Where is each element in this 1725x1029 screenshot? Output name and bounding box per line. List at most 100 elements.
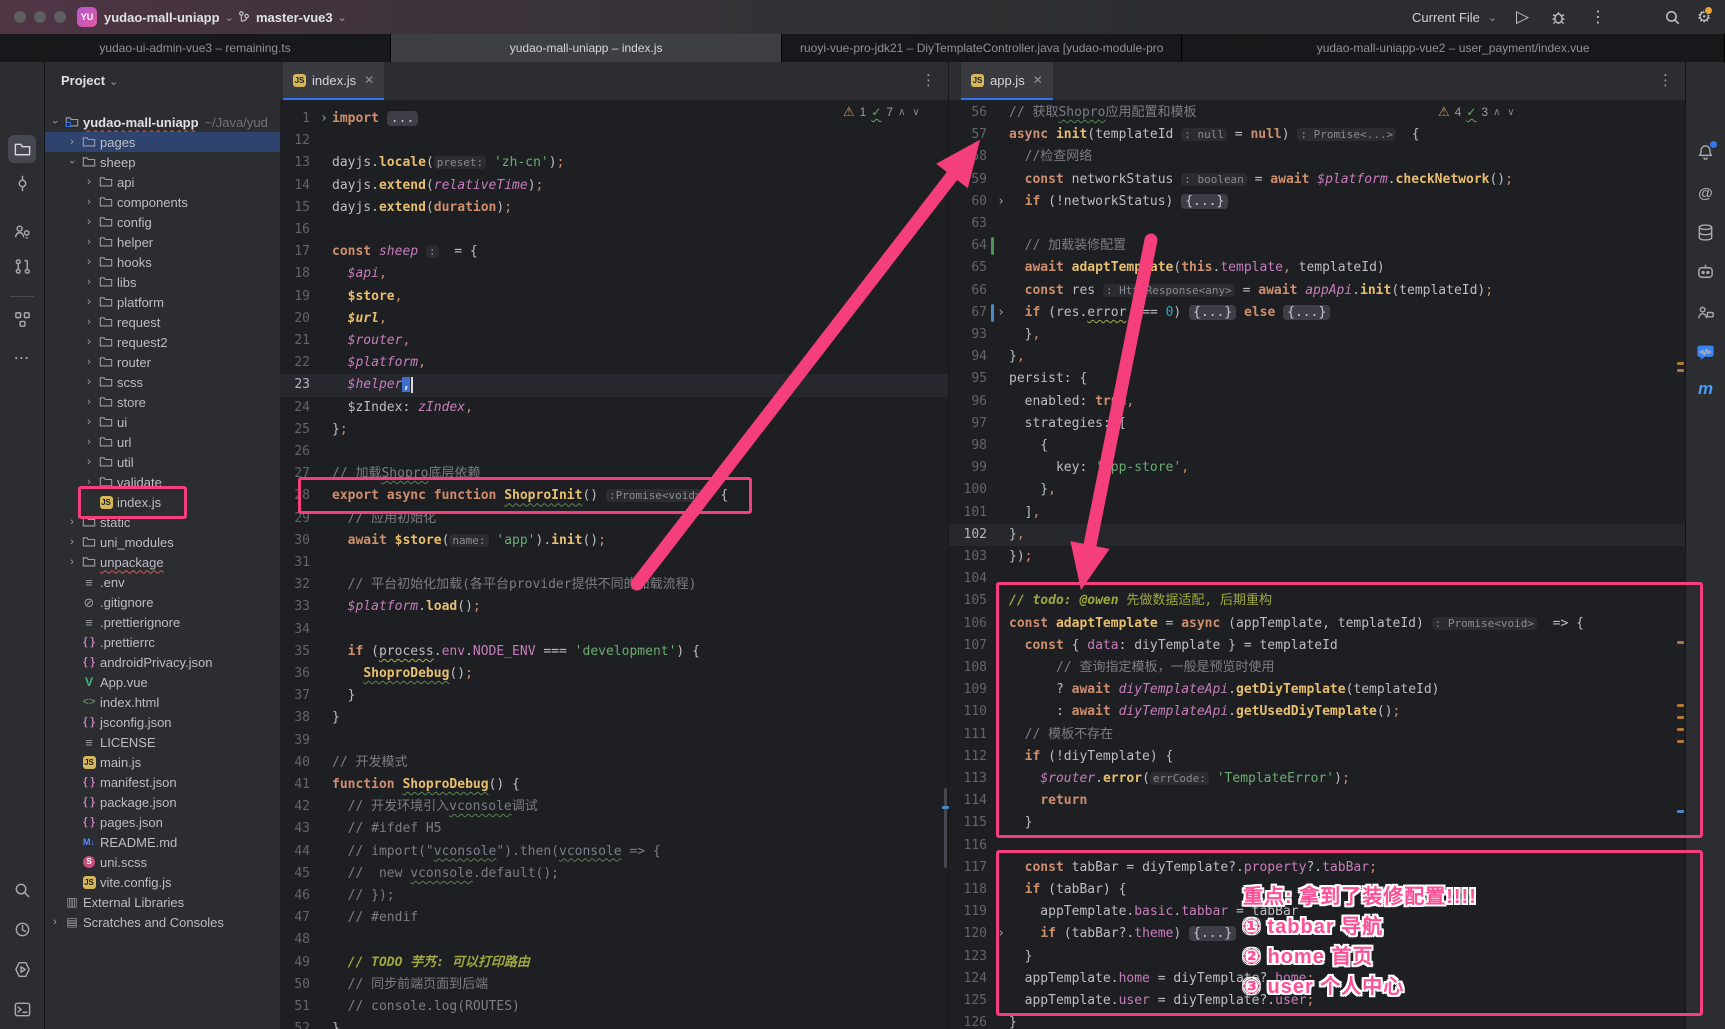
fold-collapsed-icon[interactable]: › bbox=[993, 302, 1009, 324]
run-button[interactable]: ▷ bbox=[1516, 0, 1529, 34]
code-line-120[interactable]: 120› if (tabBar?.theme) {...} bbox=[949, 923, 1687, 945]
chevron-collapsed-icon[interactable]: › bbox=[64, 516, 80, 528]
code-line-44[interactable]: 44 // import("vconsole").then(vconsole =… bbox=[280, 841, 948, 863]
fold-collapsed-icon[interactable]: › bbox=[993, 923, 1009, 945]
code-line-46[interactable]: 46 // }); bbox=[280, 885, 948, 907]
code-line-96[interactable]: 96 enabled: true, bbox=[949, 391, 1687, 413]
code-line-123[interactable]: 123 } bbox=[949, 946, 1687, 968]
tree-item-router[interactable]: ›router bbox=[45, 352, 280, 372]
chevron-collapsed-icon[interactable]: › bbox=[81, 276, 97, 288]
pull-requests-icon[interactable] bbox=[8, 252, 36, 280]
chevron-collapsed-icon[interactable]: › bbox=[64, 136, 80, 148]
code-line-64[interactable]: 64 // 加载装修配置 bbox=[949, 235, 1687, 257]
more-actions-button[interactable]: ⋮ bbox=[1590, 0, 1606, 34]
tree-item-README.md[interactable]: M↓README.md bbox=[45, 832, 280, 852]
tree-item-store[interactable]: ›store bbox=[45, 392, 280, 412]
code-line-34[interactable]: 34 bbox=[280, 619, 948, 641]
code-line-14[interactable]: 14dayjs.extend(relativeTime); bbox=[280, 175, 948, 197]
editor-tab-options-icon[interactable]: ⋮ bbox=[1658, 71, 1673, 89]
tree-item-sheep[interactable]: ›sheep bbox=[45, 152, 280, 172]
tree-item-main.js[interactable]: JSmain.js bbox=[45, 752, 280, 772]
code-line-21[interactable]: 21 $router, bbox=[280, 330, 948, 352]
chevron-expanded-icon[interactable]: › bbox=[66, 154, 78, 170]
tree-item-.prettierignore[interactable]: ≡.prettierignore bbox=[45, 612, 280, 632]
debug-button[interactable] bbox=[1550, 0, 1567, 34]
editor-left-scrollbar[interactable] bbox=[944, 788, 947, 868]
tree-item-util[interactable]: ›util bbox=[45, 452, 280, 472]
code-line-45[interactable]: 45 // new vconsole.default(); bbox=[280, 863, 948, 885]
code-line-124[interactable]: 124 appTemplate.home = diyTemplate?.home… bbox=[949, 968, 1687, 990]
code-line-19[interactable]: 19 $store, bbox=[280, 286, 948, 308]
tree-item-config[interactable]: ›config bbox=[45, 212, 280, 232]
editor-tab-app-js[interactable]: JS app.js ✕ bbox=[961, 62, 1053, 100]
inspections-widget-left[interactable]: ⚠1 ✓7 ∧ ∨ bbox=[843, 104, 922, 120]
code-line-35[interactable]: 35 if (process.env.NODE_ENV === 'develop… bbox=[280, 641, 948, 663]
code-line-37[interactable]: 37 } bbox=[280, 685, 948, 707]
code-line-113[interactable]: 113 $router.error(errCode: 'TemplateErro… bbox=[949, 768, 1687, 790]
assistant-chat-icon[interactable] bbox=[1692, 258, 1720, 286]
database-icon[interactable] bbox=[1692, 218, 1720, 246]
project-selector[interactable]: yudao-mall-uniapp ⌄ bbox=[104, 0, 234, 34]
code-line-109[interactable]: 109 ? await diyTemplateApi.getDiyTemplat… bbox=[949, 679, 1687, 701]
tree-item-pages.json[interactable]: { }pages.json bbox=[45, 812, 280, 832]
code-line-38[interactable]: 38} bbox=[280, 707, 948, 729]
code-line-67[interactable]: 67› if (res.error === 0) {...} else {...… bbox=[949, 302, 1687, 324]
code-line-119[interactable]: 119 appTemplate.basic.tabbar = tabBar bbox=[949, 901, 1687, 923]
code-line-50[interactable]: 50 // 同步前端页面到后端 bbox=[280, 974, 948, 996]
code-line-22[interactable]: 22 $platform, bbox=[280, 352, 948, 374]
structure-icon[interactable] bbox=[8, 305, 36, 333]
code-line-32[interactable]: 32 // 平台初始化加载(各平台provider提供不同的加载流程) bbox=[280, 574, 948, 596]
code-line-15[interactable]: 15dayjs.extend(duration); bbox=[280, 197, 948, 219]
code-area-app-js[interactable]: 56// 获取Shopro应用配置和模板57async init(templat… bbox=[949, 100, 1687, 1029]
chevron-collapsed-icon[interactable]: › bbox=[81, 356, 97, 368]
code-line-28[interactable]: 28export async function ShoproInit() :Pr… bbox=[280, 485, 948, 507]
notifications-icon[interactable] bbox=[1692, 138, 1720, 166]
window-close-button[interactable] bbox=[14, 11, 26, 23]
code-line-101[interactable]: 101 ], bbox=[949, 502, 1687, 524]
window-minimize-button[interactable] bbox=[34, 11, 46, 23]
tree-item-manifest.json[interactable]: { }manifest.json bbox=[45, 772, 280, 792]
commit-icon[interactable] bbox=[8, 169, 36, 197]
chevron-collapsed-icon[interactable]: › bbox=[81, 336, 97, 348]
tree-item-helper[interactable]: ›helper bbox=[45, 232, 280, 252]
code-line-49[interactable]: 49 // TODO 芋艿: 可以打印路由 bbox=[280, 952, 948, 974]
chevron-collapsed-icon[interactable]: › bbox=[64, 556, 80, 568]
tree-item-unpackage[interactable]: ›unpackage bbox=[45, 552, 280, 572]
code-line-117[interactable]: 117 const tabBar = diyTemplate?.property… bbox=[949, 857, 1687, 879]
chevron-collapsed-icon[interactable]: › bbox=[81, 176, 97, 188]
code-line-43[interactable]: 43 // #ifdef H5 bbox=[280, 818, 948, 840]
run-icon[interactable] bbox=[8, 955, 36, 983]
editor-tab-index-js[interactable]: JS index.js ✕ bbox=[283, 62, 384, 100]
chevron-collapsed-icon[interactable]: › bbox=[81, 236, 97, 248]
code-line-13[interactable]: 13dayjs.locale(preset: 'zh-cn'); bbox=[280, 152, 948, 174]
close-icon[interactable]: ✕ bbox=[364, 73, 374, 87]
code-line-17[interactable]: 17const sheep : = { bbox=[280, 241, 948, 263]
code-line-105[interactable]: 105// todo: @owen 先做数据适配, 后期重构 bbox=[949, 590, 1687, 612]
code-line-111[interactable]: 111 // 模板不存在 bbox=[949, 724, 1687, 746]
code-line-48[interactable]: 48 bbox=[280, 929, 948, 951]
tree-item-url[interactable]: ›url bbox=[45, 432, 280, 452]
code-line-125[interactable]: 125 appTemplate.user = diyTemplate?.user… bbox=[949, 990, 1687, 1012]
chevron-collapsed-icon[interactable]: › bbox=[81, 296, 97, 308]
code-line-59[interactable]: 59 const networkStatus : boolean = await… bbox=[949, 169, 1687, 191]
code-line-47[interactable]: 47 // #endif bbox=[280, 907, 948, 929]
project-icon[interactable] bbox=[8, 135, 36, 163]
code-line-65[interactable]: 65 await adaptTemplate(this.template, te… bbox=[949, 257, 1687, 279]
code-line-51[interactable]: 51 // console.log(ROUTES) bbox=[280, 996, 948, 1018]
tree-item-uni.scss[interactable]: Suni.scss bbox=[45, 852, 280, 872]
editor-tab-options-icon[interactable]: ⋮ bbox=[921, 71, 936, 89]
code-line-114[interactable]: 114 return bbox=[949, 790, 1687, 812]
code-line-12[interactable]: 12 bbox=[280, 130, 948, 152]
search-everywhere-button[interactable] bbox=[1664, 0, 1681, 34]
tree-item-uni_modules[interactable]: ›uni_modules bbox=[45, 532, 280, 552]
tree-item-index.js[interactable]: JSindex.js bbox=[45, 492, 280, 512]
tree-item-components[interactable]: ›components bbox=[45, 192, 280, 212]
tree-item-ScratchesandConsoles[interactable]: ›▤Scratches and Consoles bbox=[45, 912, 280, 932]
prev-next-problem-icons[interactable]: ∧ ∨ bbox=[898, 107, 921, 118]
code-line-58[interactable]: 58 //检查网络 bbox=[949, 146, 1687, 168]
code-line-23[interactable]: 23 $helper, bbox=[280, 374, 948, 396]
tree-item-.prettierrc[interactable]: { }.prettierrc bbox=[45, 632, 280, 652]
tree-item-package.json[interactable]: { }package.json bbox=[45, 792, 280, 812]
learn-icon[interactable] bbox=[8, 217, 36, 245]
search-icon[interactable] bbox=[8, 876, 36, 904]
